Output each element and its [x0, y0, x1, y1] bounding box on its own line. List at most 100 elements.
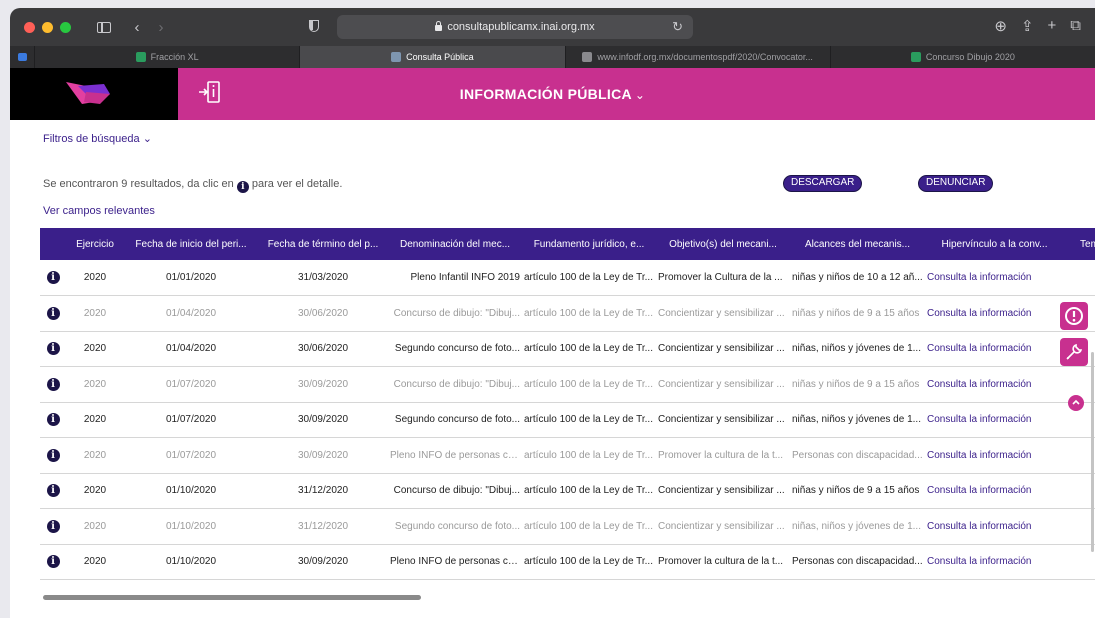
info-icon[interactable]: i [46, 448, 60, 462]
column-header[interactable]: Fundamento jurídico, e... [522, 228, 656, 260]
cell-hipervinculo[interactable]: Consulta la información [925, 473, 1064, 509]
address-bar[interactable]: consultapublicamx.inai.org.mx ↻ [337, 15, 693, 39]
cell-hipervinculo[interactable]: Consulta la información [925, 544, 1064, 580]
cell-ejercicio: 2020 [66, 544, 124, 580]
info-icon[interactable]: i [46, 413, 60, 427]
cell-alcances: niñas y niños de 9 a 15 años [790, 295, 925, 332]
chevron-down-icon: ⌄ [142, 133, 152, 145]
tab-consulta-publica[interactable]: Consulta Pública [299, 46, 565, 68]
sidebar-toggle-icon[interactable] [97, 21, 111, 33]
cell-ejercicio: 2020 [66, 508, 124, 545]
cell-fecha-inicio: 01/07/2020 [124, 437, 258, 474]
cell-ejercicio: 2020 [66, 473, 124, 509]
info-icon[interactable]: i [46, 271, 60, 284]
cell-alcances: Personas con discapacidad... [790, 544, 925, 580]
cell-info: i [40, 366, 66, 403]
cell-ejercicio: 2020 [66, 437, 124, 474]
table-body: i 2020 01/01/2020 31/03/2020 Pleno Infantil … [40, 260, 1095, 580]
alert-button[interactable] [1060, 302, 1088, 330]
cell-ejercicio: 2020 [66, 366, 124, 403]
share-icon[interactable]: ⇪ [1021, 17, 1034, 35]
minimize-window-button[interactable] [42, 21, 53, 33]
info-icon[interactable]: i [46, 377, 60, 391]
cell-objetivo: Concientizar y sensibilizar ... [656, 295, 790, 332]
inai-icon [135, 52, 146, 62]
tab-label: Concurso Dibujo 2020 [925, 52, 1015, 62]
cell-ejercicio: 2020 [66, 295, 124, 332]
relevant-fields-link[interactable]: Ver campos relevantes [43, 205, 155, 217]
info-icon[interactable]: i [46, 342, 60, 356]
cell-denominacion: Segundo concurso de foto... [388, 402, 522, 438]
browser-window: ‹ › consultapublicamx.inai.org.mx ↻ ⊕ ⇪ … [10, 8, 1095, 618]
reload-icon[interactable]: ↻ [672, 19, 683, 35]
tab-fraccion-xl[interactable]: Fracción XL [34, 46, 299, 68]
cell-tema [1064, 260, 1095, 296]
column-header[interactable]: Fecha de inicio del peri... [124, 228, 258, 260]
cell-hipervinculo[interactable]: Consulta la información [925, 508, 1064, 545]
close-window-button[interactable] [24, 21, 35, 33]
back-arrow-icon[interactable]: ‹ [125, 19, 149, 36]
column-header[interactable]: Hipervínculo a la conv... [925, 228, 1064, 260]
cell-hipervinculo[interactable]: Consulta la información [925, 260, 1064, 296]
cell-info: i [40, 402, 66, 438]
download-button[interactable]: DESCARGAR [783, 175, 863, 192]
table-row: i 2020 01/07/2020 30/09/2020 Pleno INFO de p… [40, 437, 1095, 474]
new-tab-icon[interactable]: + [1048, 17, 1057, 35]
header-title[interactable]: INFORMACIÓN PÚBLICA ⌄ [10, 86, 1095, 102]
cell-fecha-termino: 30/09/2020 [258, 366, 388, 403]
zoom-window-button[interactable] [60, 21, 71, 33]
downloads-icon[interactable]: ⊕ [994, 17, 1007, 35]
cell-hipervinculo[interactable]: Consulta la información [925, 437, 1064, 474]
cell-info: i [40, 295, 66, 332]
privacy-shield-icon[interactable] [309, 20, 319, 32]
search-filters-toggle[interactable]: Filtros de búsqueda ⌄ [43, 132, 152, 145]
cell-fundamento: artículo 100 de la Ley de Tr... [522, 331, 656, 367]
column-header[interactable]: Ejercicio [66, 228, 124, 260]
column-header[interactable]: Objetivo(s) del mecani... [656, 228, 790, 260]
filters-label: Filtros de búsqueda [43, 133, 140, 145]
tab-concurso-dibujo[interactable]: Concurso Dibujo 2020 [829, 46, 1095, 68]
cell-denominacion: Concurso de dibujo: "Dibuj... [388, 366, 522, 403]
horizontal-scrollbar[interactable] [43, 595, 421, 600]
results-table-container[interactable]: Ejercicio Fecha de inicio del peri... Fech… [40, 228, 1095, 600]
tab-label: www.infodf.org.mx/documentospdf/2020/Con… [597, 52, 813, 62]
cell-fecha-inicio: 01/07/2020 [124, 366, 258, 403]
cell-hipervinculo[interactable]: Consulta la información [925, 402, 1064, 438]
url-text: consultapublicamx.inai.org.mx [447, 21, 595, 33]
cell-hipervinculo[interactable]: Consulta la información [925, 295, 1064, 332]
table-row: i 2020 01/07/2020 30/09/2020 Concurso de dib… [40, 366, 1095, 403]
tools-button[interactable] [1060, 338, 1088, 366]
tab-overview-icon[interactable]: ⧉ [1070, 17, 1081, 35]
pinned-tab[interactable] [10, 46, 34, 68]
document-icon [582, 52, 593, 62]
vertical-scrollbar[interactable] [1091, 352, 1094, 552]
scroll-top-button[interactable] [1068, 395, 1084, 411]
cell-fundamento: artículo 100 de la Ley de Tr... [522, 437, 656, 474]
column-header[interactable]: Alcances del mecanis... [790, 228, 925, 260]
cell-alcances: niñas y niños de 10 a 12 añ... [790, 260, 925, 296]
cell-fecha-termino: 31/12/2020 [258, 508, 388, 545]
cell-hipervinculo[interactable]: Consulta la información [925, 366, 1064, 403]
column-header[interactable]: Fecha de término del p... [258, 228, 388, 260]
info-icon[interactable]: i [46, 484, 60, 498]
tab-infodf-pdf[interactable]: www.infodf.org.mx/documentospdf/2020/Con… [564, 46, 830, 68]
column-header[interactable]: Denominación del mec... [388, 228, 522, 260]
column-header[interactable]: Tem [1064, 228, 1095, 260]
tab-bar: Fracción XL Consulta Pública www.infodf.… [10, 46, 1095, 68]
inai-icon [910, 52, 921, 62]
cell-alcances: Personas con discapacidad... [790, 437, 925, 474]
header-title-text: INFORMACIÓN PÚBLICA [459, 86, 632, 102]
results-prefix: Se encontraron 9 resultados, da clic en [43, 178, 234, 190]
report-button[interactable]: DENUNCIAR [918, 175, 994, 192]
cell-fecha-inicio: 01/01/2020 [124, 260, 258, 296]
info-icon[interactable]: i [46, 555, 60, 569]
forward-arrow-icon[interactable]: › [149, 19, 173, 36]
column-header-info[interactable] [40, 228, 66, 260]
cell-objetivo: Concientizar y sensibilizar ... [656, 508, 790, 545]
cell-fundamento: artículo 100 de la Ley de Tr... [522, 366, 656, 403]
results-suffix: para ver el detalle. [251, 178, 343, 190]
info-icon[interactable]: i [46, 519, 60, 533]
cell-hipervinculo[interactable]: Consulta la información [925, 331, 1064, 367]
browser-toolbar: ‹ › consultapublicamx.inai.org.mx ↻ ⊕ ⇪ … [10, 8, 1095, 46]
info-icon[interactable]: i [46, 306, 60, 320]
